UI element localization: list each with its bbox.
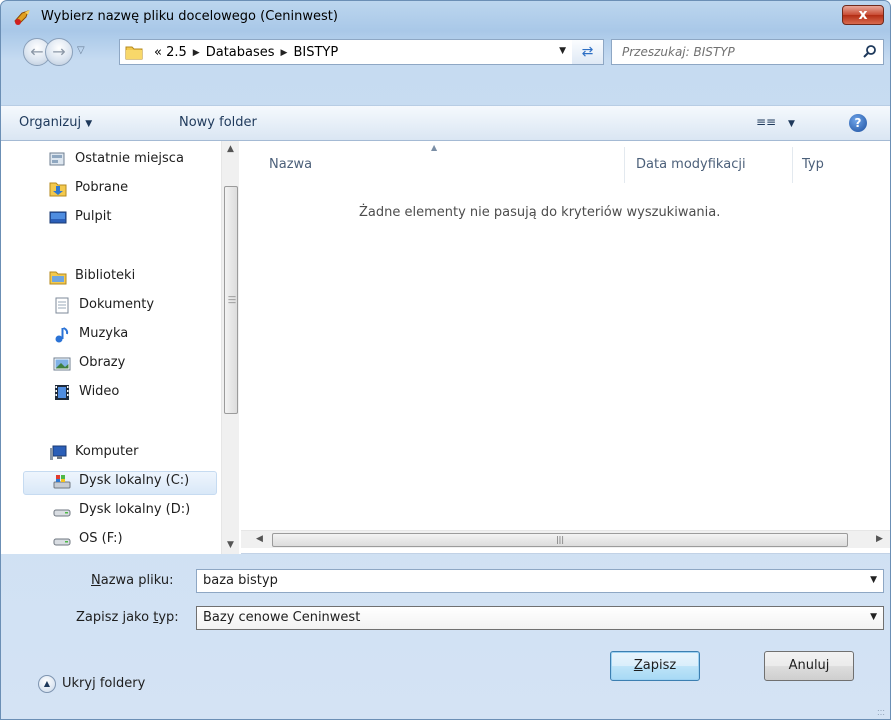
- chevron-down-icon[interactable]: ▼: [870, 612, 877, 622]
- file-type-label: Zapisz jako typ:: [76, 610, 179, 625]
- back-arrow-icon: ←: [30, 42, 44, 61]
- breadcrumb-item[interactable]: BISTYP: [293, 45, 338, 60]
- nav-item-label: Biblioteki: [75, 268, 136, 283]
- file-list-h-scrollbar[interactable]: ◀ ||| ▶: [241, 530, 890, 548]
- scroll-right-icon[interactable]: ▶: [871, 531, 888, 548]
- window-title: Wybierz nazwę pliku docelowego (Ceninwes…: [41, 9, 338, 24]
- scroll-up-icon[interactable]: ▲: [222, 141, 239, 158]
- chevron-down-icon: ▼: [787, 119, 795, 129]
- column-header-type[interactable]: Typ: [802, 157, 824, 172]
- nav-item-label: Dysk lokalny (D:): [79, 502, 191, 517]
- address-dropdown-icon[interactable]: ▼: [559, 46, 566, 56]
- breadcrumb-item[interactable]: Databases: [206, 45, 275, 60]
- recent-locations-dropdown[interactable]: ▽: [77, 45, 91, 59]
- nav-item-label: Pobrane: [75, 180, 129, 195]
- chevron-down-icon[interactable]: ▼: [870, 575, 877, 585]
- nav-item-label: Komputer: [75, 444, 139, 459]
- nav-item-label: Muzyka: [79, 326, 129, 341]
- filename-label: Nazwa pliku:: [91, 573, 174, 588]
- downloads-folder-icon: [49, 182, 67, 197]
- file-type-select[interactable]: Bazy cenowe Ceninwest ▼: [196, 606, 884, 630]
- address-bar[interactable]: « 2.5 ▶ Databases ▶ BISTYP ▼: [119, 39, 573, 65]
- search-icon[interactable]: [862, 44, 878, 60]
- nav-item-label: Wideo: [79, 384, 120, 399]
- grip-icon: — — —: [228, 292, 236, 307]
- empty-results-message: Żadne elementy nie pasują do kryteriów w…: [359, 205, 721, 220]
- breadcrumb-item[interactable]: 2.5: [166, 45, 187, 60]
- libraries-icon: [49, 271, 67, 285]
- drive-c-icon: [53, 475, 71, 489]
- close-button[interactable]: x: [842, 5, 884, 25]
- new-folder-button[interactable]: Nowy folder: [179, 115, 257, 130]
- file-list-pane: ▲ Nazwa Data modyfikacji Typ Żadne eleme…: [241, 141, 890, 554]
- resize-grip-icon[interactable]: ……: [877, 705, 886, 717]
- column-header-date[interactable]: Data modyfikacji: [636, 157, 746, 172]
- nav-item-label: Pulpit: [75, 209, 112, 224]
- navigation-pane: Ostatnie miejsca Pobrane Pulpit Bibliote…: [1, 141, 241, 554]
- music-icon: [55, 327, 69, 343]
- grip-icon: |||: [555, 535, 565, 544]
- sort-ascending-icon: ▲: [431, 143, 438, 152]
- title-bar: Wybierz nazwę pliku docelowego (Ceninwes…: [1, 1, 890, 33]
- organize-label: Organizuj: [19, 115, 82, 130]
- chevron-down-icon: ▼: [85, 119, 93, 129]
- view-details-icon: ≡≡: [756, 115, 777, 129]
- browser-content: Ostatnie miejsca Pobrane Pulpit Bibliote…: [1, 141, 890, 554]
- scrollbar-thumb[interactable]: — — —: [224, 186, 238, 414]
- nav-item-label: Obrazy: [79, 355, 126, 370]
- breadcrumb: « 2.5 ▶ Databases ▶ BISTYP: [154, 45, 338, 60]
- filename-value[interactable]: baza bistyp: [203, 573, 278, 588]
- command-toolbar: Organizuj ▼ Nowy folder ≡≡ ▼ ?: [1, 105, 890, 141]
- video-icon: [55, 385, 69, 400]
- save-button[interactable]: Zapisz: [610, 651, 700, 681]
- breadcrumb-separator-icon[interactable]: ▶: [281, 48, 288, 58]
- column-divider[interactable]: [792, 147, 793, 183]
- save-dialog-window: Wybierz nazwę pliku docelowego (Ceninwes…: [0, 0, 891, 720]
- column-divider[interactable]: [624, 147, 625, 183]
- recent-places-icon: [49, 152, 65, 166]
- column-header-name[interactable]: Nazwa: [269, 157, 312, 172]
- file-type-value: Bazy cenowe Ceninwest: [203, 610, 361, 625]
- forward-arrow-icon: →: [52, 42, 66, 61]
- drive-icon: [53, 538, 71, 546]
- breadcrumb-overflow[interactable]: «: [154, 45, 162, 60]
- computer-icon: [50, 445, 67, 460]
- refresh-button[interactable]: ⇄: [572, 39, 604, 65]
- folder-icon: [125, 46, 143, 60]
- close-icon: x: [858, 7, 868, 23]
- nav-item-label: OS (F:): [79, 531, 123, 546]
- address-row: ← → ▽ « 2.5 ▶ Databases ▶ BISTYP ▼ ⇄ Przeszu…: [1, 35, 890, 69]
- scroll-left-icon[interactable]: ◀: [251, 531, 268, 548]
- documents-icon: [55, 297, 69, 314]
- filename-combobox[interactable]: baza bistyp ▼: [196, 569, 884, 593]
- change-view-button[interactable]: ≡≡ ▼: [756, 115, 795, 129]
- nav-pane-scrollbar[interactable]: ▲ — — — ▼: [221, 141, 239, 554]
- nav-item-label: Dokumenty: [79, 297, 155, 312]
- app-icon: [14, 10, 30, 25]
- nav-item-label: Dysk lokalny (C:): [79, 473, 190, 488]
- search-placeholder: Przeszukaj: BISTYP: [622, 45, 735, 59]
- help-button[interactable]: ?: [849, 114, 867, 132]
- desktop-icon: [49, 211, 67, 224]
- forward-button[interactable]: →: [45, 38, 73, 66]
- breadcrumb-separator-icon[interactable]: ▶: [193, 48, 200, 58]
- nav-item-label: Ostatnie miejsca: [75, 151, 184, 166]
- drive-icon: [53, 509, 71, 517]
- chevron-up-icon: ▲: [38, 675, 56, 693]
- scrollbar-thumb[interactable]: |||: [272, 533, 848, 547]
- refresh-icon: ⇄: [581, 44, 594, 60]
- pictures-icon: [53, 357, 71, 371]
- scroll-down-icon[interactable]: ▼: [222, 537, 239, 554]
- chevron-down-icon: ▽: [77, 45, 85, 56]
- search-input[interactable]: Przeszukaj: BISTYP: [611, 39, 884, 65]
- cancel-button[interactable]: Anuluj: [764, 651, 854, 681]
- hide-folders-label: Ukryj foldery: [62, 676, 146, 691]
- organize-button[interactable]: Organizuj ▼: [19, 115, 92, 130]
- help-icon: ?: [854, 116, 862, 130]
